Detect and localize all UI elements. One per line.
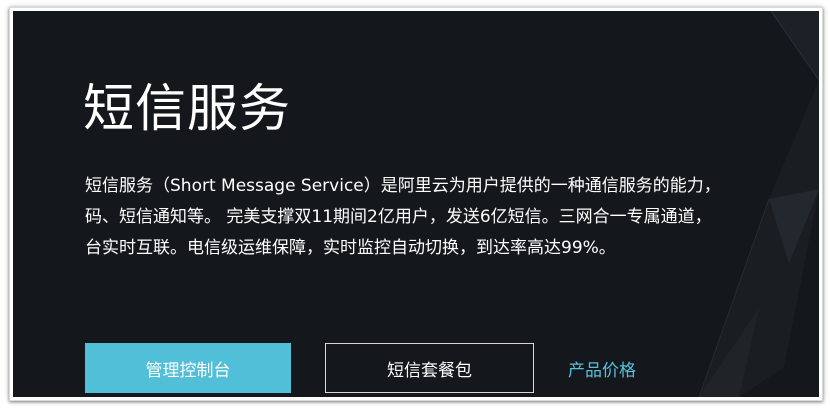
page-title: 短信服务 — [83, 80, 292, 139]
console-button[interactable]: 管理控制台 — [85, 343, 291, 393]
description-line: 台实时互联。电信级运维保障，实时监控自动切换，到达率高达99%。 — [85, 238, 616, 258]
screenshot-frame: 短信服务 短信服务（Short Message Service）是阿里云为用户提… — [9, 7, 823, 401]
description-line: 码、短信通知等。 完美支撑双11期间2亿用户，发送6亿短信。三网合一专属通道， — [85, 207, 712, 227]
sms-package-button[interactable]: 短信套餐包 — [325, 343, 534, 393]
hero-banner: 短信服务 短信服务（Short Message Service）是阿里云为用户提… — [13, 11, 819, 397]
description-line: 短信服务（Short Message Service）是阿里云为用户提供的一种通… — [85, 176, 721, 196]
service-description: 短信服务（Short Message Service）是阿里云为用户提供的一种通… — [85, 171, 819, 264]
pricing-link[interactable]: 产品价格 — [568, 343, 636, 393]
